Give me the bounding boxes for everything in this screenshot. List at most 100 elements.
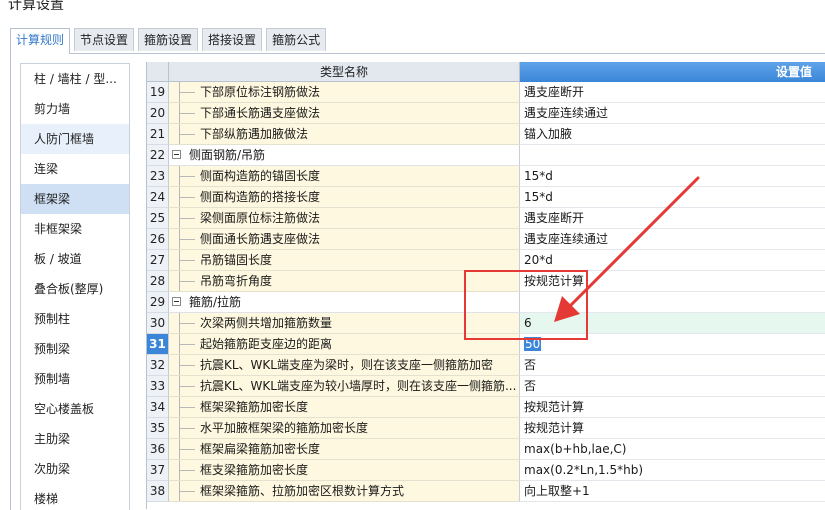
row-name-cell: 吊筋弯折角度 <box>169 271 520 292</box>
row-name-cell: 下部原位标注钢筋做法 <box>169 82 520 103</box>
sidebar-item-non-frame-beam[interactable]: 非框架梁 <box>21 214 129 244</box>
row-value[interactable]: 15*d <box>520 166 825 187</box>
table-row[interactable]: 32 抗震KL、WKL端支座为梁时，则在该支座一侧箍筋加密 否 <box>147 355 825 376</box>
row-name-cell: 框支梁箍筋加密长度 <box>169 460 520 481</box>
row-name: 下部原位标注钢筋做法 <box>200 85 321 99</box>
tab-lap-settings[interactable]: 搭接设置 <box>202 28 263 51</box>
row-number-current: 31 <box>147 334 169 355</box>
row-value[interactable]: 遇支座连续通过 <box>520 229 825 250</box>
row-value[interactable]: 按规范计算 <box>520 271 825 292</box>
row-name-cell: 侧面构造筋的锚固长度 <box>169 166 520 187</box>
table-row[interactable]: 20 下部通长筋遇支座做法 遇支座连续通过 <box>147 103 825 124</box>
tab-node-settings[interactable]: 节点设置 <box>74 28 135 51</box>
row-value[interactable]: 否 <box>520 355 825 376</box>
tab-strip: 计算规则 节点设置 箍筋设置 搭接设置 箍筋公式 <box>10 28 330 54</box>
row-name: 吊筋锚固长度 <box>200 253 273 267</box>
table-row[interactable]: 23 侧面构造筋的锚固长度 15*d <box>147 166 825 187</box>
sidebar-item-column[interactable]: 柱 / 墙柱 / 型... <box>21 64 129 94</box>
table-row[interactable]: 35 水平加腋框架梁的箍筋加密长度 按规范计算 <box>147 418 825 439</box>
table-row-category[interactable]: 22 侧面钢筋/吊筋 <box>147 145 825 166</box>
sidebar-item-shear-wall[interactable]: 剪力墙 <box>21 94 129 124</box>
row-name-cell: 下部通长筋遇支座做法 <box>169 103 520 124</box>
row-number: 30 <box>147 313 169 334</box>
table-row[interactable]: 34 框架梁箍筋加密长度 按规范计算 <box>147 397 825 418</box>
row-value-editor[interactable]: 50 <box>520 334 825 355</box>
table-row[interactable]: 38 框架梁箍筋、拉筋加密区根数计算方式 向上取整+1 <box>147 481 825 502</box>
row-value[interactable]: 20*d <box>520 250 825 271</box>
row-value[interactable]: 遇支座断开 <box>520 208 825 229</box>
collapse-icon[interactable] <box>172 297 181 306</box>
table-row[interactable]: 37 框支梁箍筋加密长度 max(0.2*Ln,1.5*hb) <box>147 460 825 481</box>
row-value[interactable]: max(0.2*Ln,1.5*hb) <box>520 460 825 481</box>
sidebar-item-frame-beam[interactable]: 框架梁 <box>21 184 129 214</box>
row-value[interactable]: max(b+hb,lae,C) <box>520 439 825 460</box>
row-value[interactable]: 遇支座连续通过 <box>520 103 825 124</box>
row-name: 水平加腋框架梁的箍筋加密长度 <box>200 421 369 435</box>
row-name: 箍筋/拉筋 <box>189 295 242 309</box>
row-value[interactable]: 6 <box>520 313 825 334</box>
component-sidebar: 柱 / 墙柱 / 型... 剪力墙 人防门框墙 连梁 框架梁 非框架梁 板 / … <box>20 63 130 510</box>
tab-stirrup-formula[interactable]: 箍筋公式 <box>266 28 327 51</box>
row-name-cell: 次梁两侧共增加箍筋数量 <box>169 313 520 334</box>
row-name: 侧面钢筋/吊筋 <box>189 148 266 162</box>
row-name-cell: 框架扁梁箍筋加密长度 <box>169 439 520 460</box>
header-type-name[interactable]: 类型名称 <box>169 62 520 82</box>
row-number: 32 <box>147 355 169 376</box>
row-value[interactable]: 否 <box>520 376 825 397</box>
row-value[interactable]: 15*d <box>520 187 825 208</box>
row-number: 20 <box>147 103 169 124</box>
row-name-cell: 吊筋锚固长度 <box>169 250 520 271</box>
sidebar-item-secondary-rib-beam[interactable]: 次肋梁 <box>21 454 129 484</box>
sidebar-item-hollow-floor-slab[interactable]: 空心楼盖板 <box>21 394 129 424</box>
sidebar-item-main-rib-beam[interactable]: 主肋梁 <box>21 424 129 454</box>
table-row[interactable]: 24 侧面构造筋的搭接长度 15*d <box>147 187 825 208</box>
selected-value-text[interactable]: 50 <box>524 337 542 351</box>
header-setting-value[interactable]: 设置值 <box>520 62 825 82</box>
settings-grid: 类型名称 设置值 19 下部原位标注钢筋做法 遇支座断开 20 下部通长筋遇支座… <box>146 62 825 509</box>
sidebar-item-slab-ramp[interactable]: 板 / 坡道 <box>21 244 129 274</box>
sidebar-item-precast-beam[interactable]: 预制梁 <box>21 334 129 364</box>
table-row[interactable]: 21 下部纵筋遇加腋做法 锚入加腋 <box>147 124 825 145</box>
row-number: 36 <box>147 439 169 460</box>
row-value[interactable]: 锚入加腋 <box>520 124 825 145</box>
row-name: 抗震KL、WKL端支座为较小墙厚时，则在该支座一侧箍筋... <box>200 379 517 393</box>
table-row[interactable]: 27 吊筋锚固长度 20*d <box>147 250 825 271</box>
sidebar-item-civil-defense-door-wall[interactable]: 人防门框墙 <box>21 124 129 154</box>
table-row[interactable]: 26 侧面通长筋遇支座做法 遇支座连续通过 <box>147 229 825 250</box>
row-name: 下部纵筋遇加腋做法 <box>200 127 309 141</box>
row-name-cell: 梁侧面原位标注筋做法 <box>169 208 520 229</box>
sidebar-item-coupling-beam[interactable]: 连梁 <box>21 154 129 184</box>
row-number: 21 <box>147 124 169 145</box>
row-number: 27 <box>147 250 169 271</box>
table-row-category[interactable]: 29 箍筋/拉筋 <box>147 292 825 313</box>
row-number: 35 <box>147 418 169 439</box>
row-name: 抗震KL、WKL端支座为梁时，则在该支座一侧箍筋加密 <box>200 358 493 372</box>
tab-stirrup-settings[interactable]: 箍筋设置 <box>138 28 199 51</box>
row-name: 侧面通长筋遇支座做法 <box>200 232 321 246</box>
table-row[interactable]: 25 梁侧面原位标注筋做法 遇支座断开 <box>147 208 825 229</box>
table-row[interactable]: 33 抗震KL、WKL端支座为较小墙厚时，则在该支座一侧箍筋... 否 <box>147 376 825 397</box>
sidebar-item-precast-column[interactable]: 预制柱 <box>21 304 129 334</box>
table-row[interactable]: 19 下部原位标注钢筋做法 遇支座断开 <box>147 82 825 103</box>
tab-calc-rules[interactable]: 计算规则 <box>10 28 71 54</box>
row-value[interactable]: 遇支座断开 <box>520 82 825 103</box>
row-name: 吊筋弯折角度 <box>200 274 273 288</box>
row-value[interactable]: 向上取整+1 <box>520 481 825 502</box>
window-title: 计算设置 <box>8 0 64 13</box>
row-number: 19 <box>147 82 169 103</box>
sidebar-item-precast-wall[interactable]: 预制墙 <box>21 364 129 394</box>
collapse-icon[interactable] <box>172 150 181 159</box>
row-value <box>520 292 825 313</box>
table-row-editing[interactable]: 31 起始箍筋距支座边的距离 50 <box>147 334 825 355</box>
sidebar-item-stairs[interactable]: 楼梯 <box>21 484 129 510</box>
row-name-cell: 下部纵筋遇加腋做法 <box>169 124 520 145</box>
row-name: 框架梁箍筋、拉筋加密区根数计算方式 <box>200 484 405 498</box>
row-value[interactable]: 按规范计算 <box>520 397 825 418</box>
table-row[interactable]: 28 吊筋弯折角度 按规范计算 <box>147 271 825 292</box>
sidebar-item-composite-slab[interactable]: 叠合板(整厚) <box>21 274 129 304</box>
row-number: 38 <box>147 481 169 502</box>
row-value[interactable]: 按规范计算 <box>520 418 825 439</box>
row-name-cell: 框架梁箍筋、拉筋加密区根数计算方式 <box>169 481 520 502</box>
table-row[interactable]: 30 次梁两侧共增加箍筋数量 6 <box>147 313 825 334</box>
table-row[interactable]: 36 框架扁梁箍筋加密长度 max(b+hb,lae,C) <box>147 439 825 460</box>
